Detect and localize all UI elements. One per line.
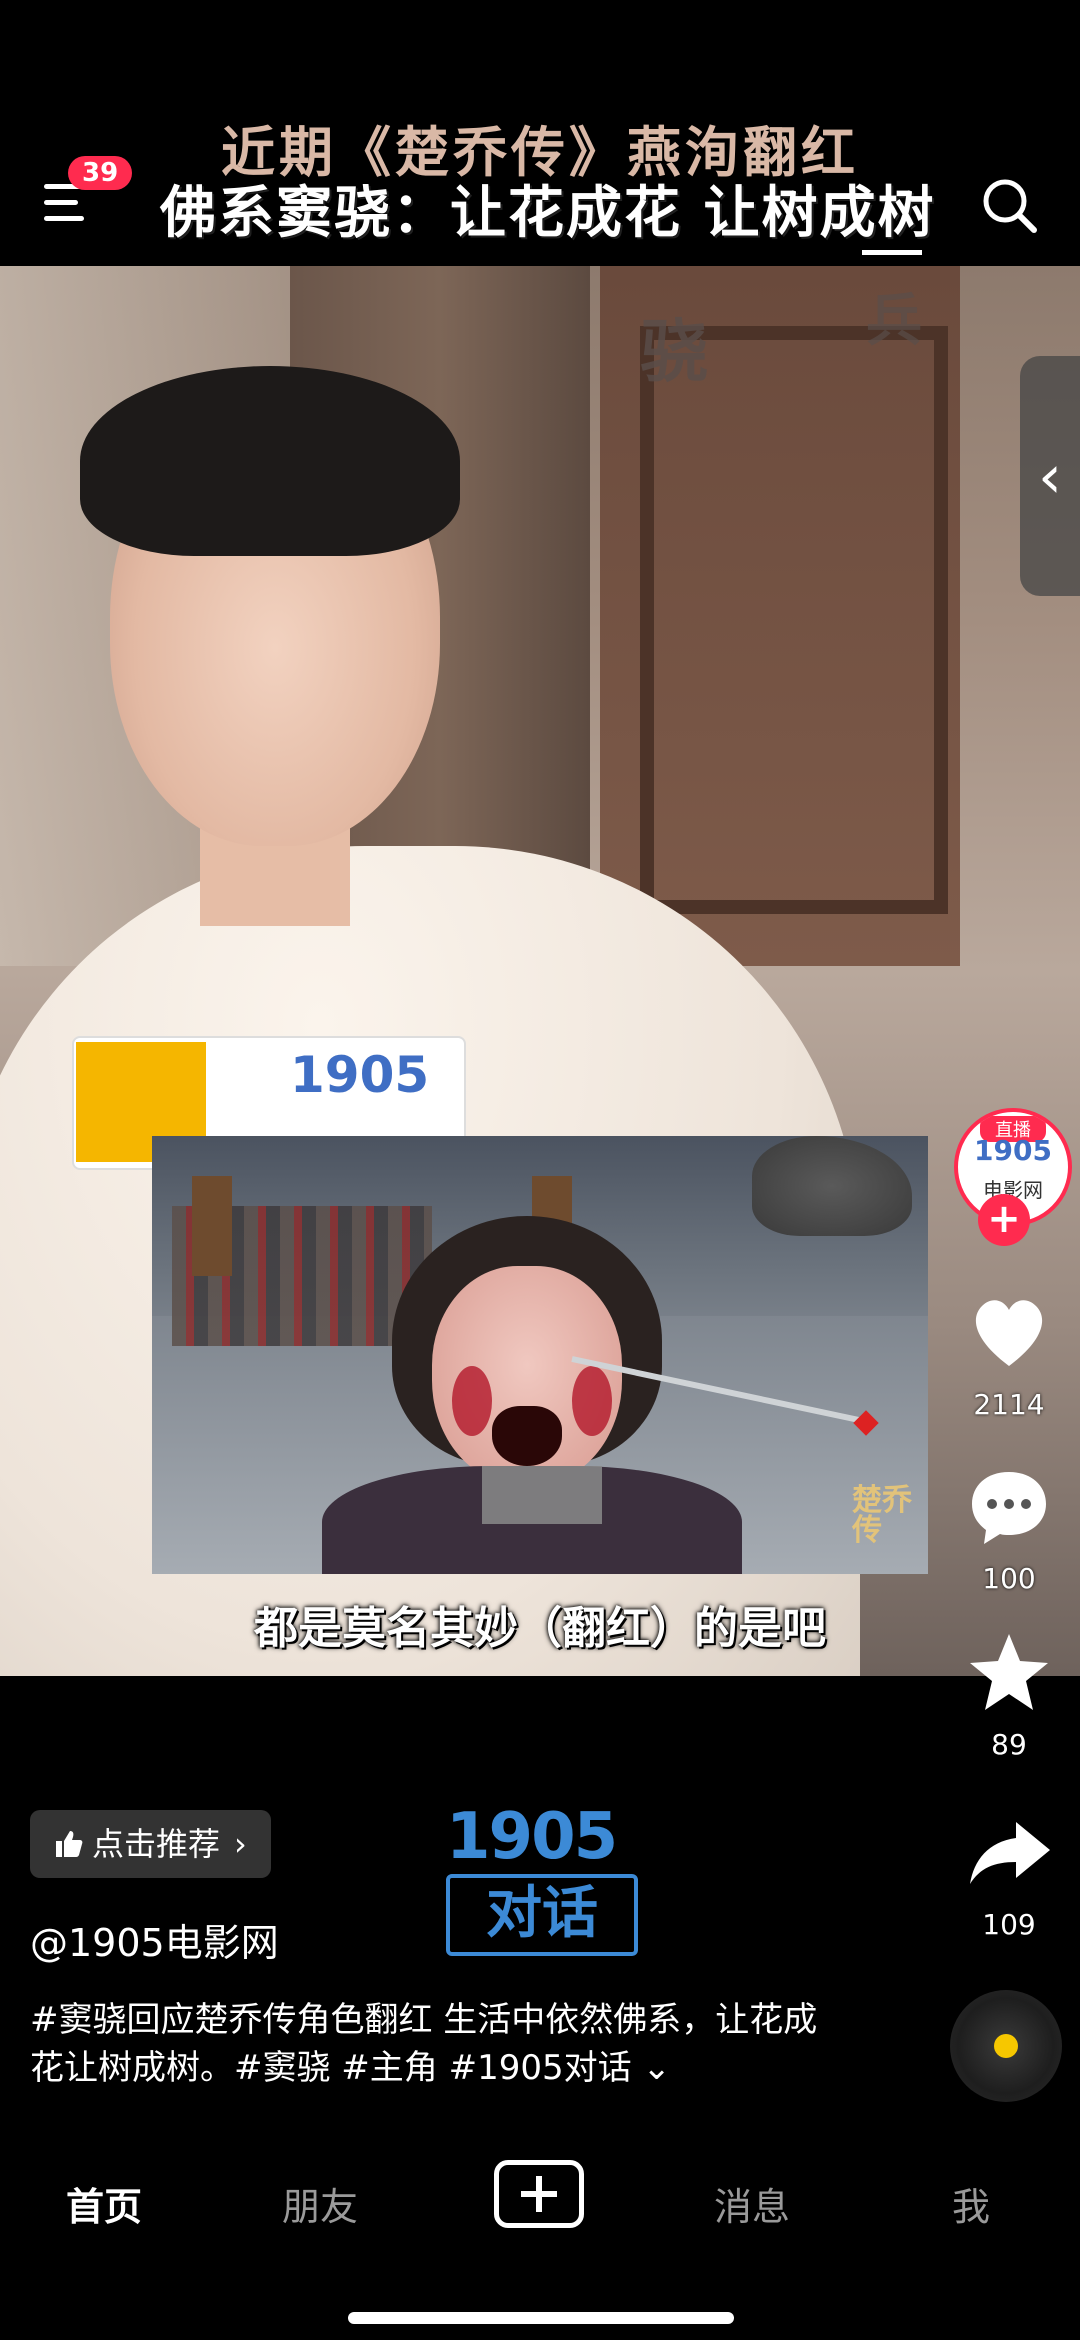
home-indicator[interactable] — [348, 2312, 734, 2324]
recommend-button[interactable]: 点击推荐 › — [30, 1810, 271, 1878]
nav-me[interactable]: 我 — [952, 2176, 990, 2231]
music-disc-center — [994, 2034, 1018, 2058]
interviewee-hair — [80, 366, 460, 556]
microphone-logo-text: 1905 — [290, 1046, 430, 1104]
background-door-frame — [640, 326, 948, 914]
brand-logo-dialog: 对话 — [446, 1874, 638, 1956]
comment-count: 100 — [982, 1562, 1036, 1595]
plus-icon-vertical — [536, 2176, 542, 2212]
video-description[interactable]: #窦骁回应楚乔传角色翻红 生活中依然佛系，让花成花让树成树。#窦骁 #主角 #1… — [30, 1996, 840, 2092]
share-count: 109 — [982, 1908, 1036, 1941]
create-post-button[interactable] — [494, 2160, 584, 2228]
video-subtitle: 都是莫名其妙（翻红）的是吧 — [254, 1603, 826, 1654]
star-icon — [970, 1634, 1048, 1710]
top-bar: 近期《楚乔传》燕洵翻红 39 佛系窦骁：让花成花 让树成树 — [0, 0, 1080, 266]
music-disc[interactable] — [950, 1990, 1062, 2102]
creator-handle[interactable]: @1905电影网 — [30, 1912, 279, 1967]
recommend-label: 点击推荐 — [92, 1825, 221, 1863]
clip-blood — [452, 1366, 492, 1436]
menu-notification-badge: 39 — [68, 156, 133, 190]
active-tab-indicator — [862, 250, 922, 255]
drama-clip-inset: 楚乔传 — [152, 1136, 928, 1574]
video-description-text: #窦骁回应楚乔传角色翻红 生活中依然佛系，让花成花让树成树。#窦骁 #主角 #1… — [30, 2000, 818, 2088]
bottom-nav: 首页 朋友 消息 我 — [0, 2124, 1080, 2340]
like-count: 2114 — [973, 1388, 1045, 1421]
follow-button[interactable]: + — [978, 1194, 1030, 1246]
nav-messages[interactable]: 消息 — [714, 2176, 790, 2231]
clip-torch — [192, 1176, 232, 1276]
brand-logo: 1905 对话 — [446, 1800, 638, 1956]
side-panel-toggle[interactable]: ‹ — [1020, 356, 1080, 596]
heart-icon — [975, 1300, 1043, 1366]
share-button[interactable]: 109 — [954, 1808, 1064, 1941]
search-button[interactable] — [980, 176, 1040, 236]
expand-chevron-icon[interactable]: ⌄ — [632, 2048, 671, 2088]
favorite-count: 89 — [991, 1728, 1027, 1761]
like-button[interactable]: 2114 — [954, 1288, 1064, 1421]
menu-icon-line — [44, 200, 78, 205]
wall-character: 骁 — [640, 313, 709, 392]
clip-watermark: 楚乔传 — [852, 1483, 912, 1548]
brand-logo-number: 1905 — [446, 1800, 618, 1874]
favorite-button[interactable]: 89 — [954, 1628, 1064, 1761]
video-overlay-title: 佛系窦骁：让花成花 让树成树 — [160, 181, 936, 246]
wall-character: 兵 — [866, 289, 922, 354]
nav-friends[interactable]: 朋友 — [282, 2176, 358, 2231]
comment-icon — [972, 1472, 1046, 1544]
clip-mosaic — [482, 1466, 602, 1524]
chevron-right-icon: › — [234, 1825, 247, 1863]
chevron-left-icon: ‹ — [1038, 442, 1062, 512]
avatar-logo-text: 1905 — [974, 1134, 1052, 1167]
share-arrow-icon — [970, 1822, 1050, 1884]
menu-icon-line — [44, 216, 84, 221]
nav-home[interactable]: 首页 — [66, 2176, 142, 2231]
search-icon — [983, 179, 1037, 233]
comment-button[interactable]: 100 — [954, 1462, 1064, 1595]
clip-character-mouth — [492, 1406, 562, 1466]
clip-stone-lion — [752, 1136, 912, 1236]
clip-blood — [572, 1366, 612, 1436]
thumbs-up-icon — [56, 1831, 83, 1857]
